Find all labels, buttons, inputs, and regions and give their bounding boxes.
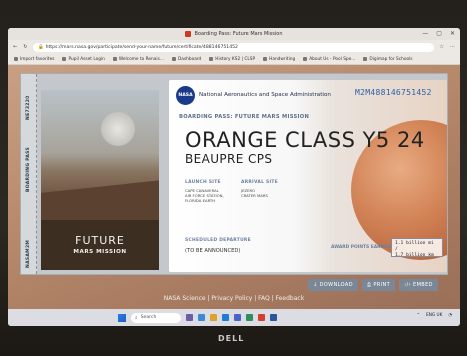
system-tray: ⌃ ENG UK ◔: [417, 312, 452, 317]
laptop-frame: Boarding Pass: Future Mars Mission — ▢ ✕…: [0, 0, 467, 356]
minimize-button[interactable]: —: [422, 30, 428, 37]
departure-label: SCHEDULED DEPARTURE: [185, 238, 251, 243]
award-label: AWARD POINTS EARNED: [331, 245, 391, 250]
launch-site-value: CAPE CANAVERAL AIR FORCE STATION, FLORID…: [185, 188, 224, 203]
stub-bottom-label: NASAM2M: [26, 239, 31, 268]
address-bar[interactable]: 🔒 https://mars.nasa.gov/participate/send…: [33, 42, 434, 52]
award-line2: 1.7 billion km: [395, 253, 434, 258]
favorites-bar: Import favorites Pupil Asset Login Welco…: [8, 54, 460, 65]
address-row: ← ↻ 🔒 https://mars.nasa.gov/participate/…: [8, 40, 460, 54]
wifi-icon[interactable]: ◔: [448, 312, 452, 317]
favorite-star-icon[interactable]: ☆: [440, 44, 444, 50]
taskbar-app-icon[interactable]: [186, 314, 193, 321]
passenger-name-line1: ORANGE CLASS Y5 24: [185, 128, 425, 152]
launch-site-label: LAUNCH SITE: [185, 180, 221, 185]
action-buttons: ↓ DOWNLOAD ⎙ PRINT ‹/› EMBED: [308, 279, 438, 291]
sun-shape: [101, 112, 135, 146]
close-button[interactable]: ✕: [450, 30, 455, 37]
title-bar: Boarding Pass: Future Mars Mission — ▢ ✕: [8, 28, 460, 40]
favorite-item[interactable]: Import favorites: [14, 57, 54, 62]
back-icon[interactable]: ←: [13, 44, 17, 50]
search-icon: ⌕: [135, 315, 138, 321]
browser-window: Boarding Pass: Future Mars Mission — ▢ ✕…: [8, 28, 460, 326]
embed-button[interactable]: ‹/› EMBED: [399, 279, 438, 291]
taskbar-search[interactable]: ⌕ Search: [131, 312, 181, 323]
tab-title[interactable]: Boarding Pass: Future Mars Mission: [194, 31, 282, 37]
pass-number: M2M488146751452: [355, 88, 432, 97]
bookmark-icon: [112, 57, 117, 61]
edge-browser-icon[interactable]: [222, 314, 229, 321]
dell-logo: DELL: [218, 334, 245, 343]
agency-name: National Aeronautics and Space Administr…: [199, 92, 331, 98]
pass-card: NASA National Aeronautics and Space Admi…: [169, 80, 447, 272]
word-icon[interactable]: [270, 314, 277, 321]
download-button[interactable]: ↓ DOWNLOAD: [308, 279, 358, 291]
bookmark-icon: [303, 57, 308, 61]
bookmark-icon: [263, 57, 268, 61]
print-button[interactable]: ⎙ PRINT: [361, 279, 396, 291]
favorite-item[interactable]: Handwriting: [263, 57, 295, 62]
nasa-favicon-icon: [185, 31, 192, 37]
mars-landscape-image: FUTURE MARS MISSION: [41, 90, 159, 270]
teams-icon[interactable]: [234, 314, 241, 321]
favorite-item[interactable]: Dashboard: [171, 57, 201, 62]
url-text: https://mars.nasa.gov/participate/send-y…: [45, 44, 238, 50]
favorite-item[interactable]: Pupil Asset Login: [62, 57, 105, 62]
nasa-logo-icon: NASA: [176, 86, 195, 105]
pass-label: BOARDING PASS: FUTURE MARS MISSION: [179, 114, 310, 120]
page-content: NE73220 BOARDING PASS NASAM2M FUTURE MAR…: [8, 65, 460, 309]
taskbar: ⌕ Search ⌃ ENG UK ◔: [8, 309, 460, 326]
taskbar-app-icon[interactable]: [246, 314, 253, 321]
award-box: 1.1 billion mi / 1.7 billion km: [391, 238, 443, 258]
language-indicator[interactable]: ENG UK: [426, 312, 442, 317]
settings-more-icon[interactable]: ⋯: [450, 44, 455, 50]
bookmark-icon: [14, 57, 18, 61]
bookmark-icon: [62, 57, 67, 61]
window-controls: — ▢ ✕: [422, 30, 455, 37]
favorite-item[interactable]: Digimap for Schools: [363, 57, 413, 62]
chevron-up-icon[interactable]: ⌃: [417, 312, 421, 317]
taskbar-app-icon[interactable]: [198, 314, 205, 321]
stub-side-label: BOARDING PASS: [26, 146, 31, 192]
favorite-item[interactable]: Welcome to Renais...: [112, 57, 164, 62]
chrome-icon[interactable]: [258, 314, 265, 321]
stub-title: FUTURE: [75, 234, 125, 247]
award-line1: 1.1 billion mi /: [395, 241, 434, 252]
departure-value: (TO BE ANNOUNCED): [185, 248, 241, 254]
bookmark-icon: [171, 57, 176, 61]
arrival-site-label: ARRIVAL SITE: [241, 180, 279, 185]
passenger-name-line2: BEAUPRE CPS: [185, 152, 273, 166]
favorite-item[interactable]: About Us - Pool Spe...: [303, 57, 355, 62]
bookmark-icon: [209, 57, 214, 61]
windows-start-icon[interactable]: [118, 313, 126, 322]
refresh-icon[interactable]: ↻: [23, 44, 27, 50]
favorite-item[interactable]: History KS2 | CLSP: [209, 57, 255, 62]
maximize-button[interactable]: ▢: [436, 30, 442, 37]
folder-icon[interactable]: [210, 314, 217, 321]
arrival-site-value: JEZERO CRATER MARS: [241, 188, 268, 198]
boarding-pass: NE73220 BOARDING PASS NASAM2M FUTURE MAR…: [20, 73, 448, 275]
search-placeholder: Search: [140, 315, 157, 320]
bookmark-icon: [363, 57, 368, 61]
lock-icon: 🔒: [38, 44, 46, 50]
stub-subtitle: MARS MISSION: [73, 249, 127, 255]
stub-number: NE73220: [26, 95, 31, 120]
footer-links[interactable]: NASA Science | Privacy Policy | FAQ | Fe…: [8, 295, 460, 302]
